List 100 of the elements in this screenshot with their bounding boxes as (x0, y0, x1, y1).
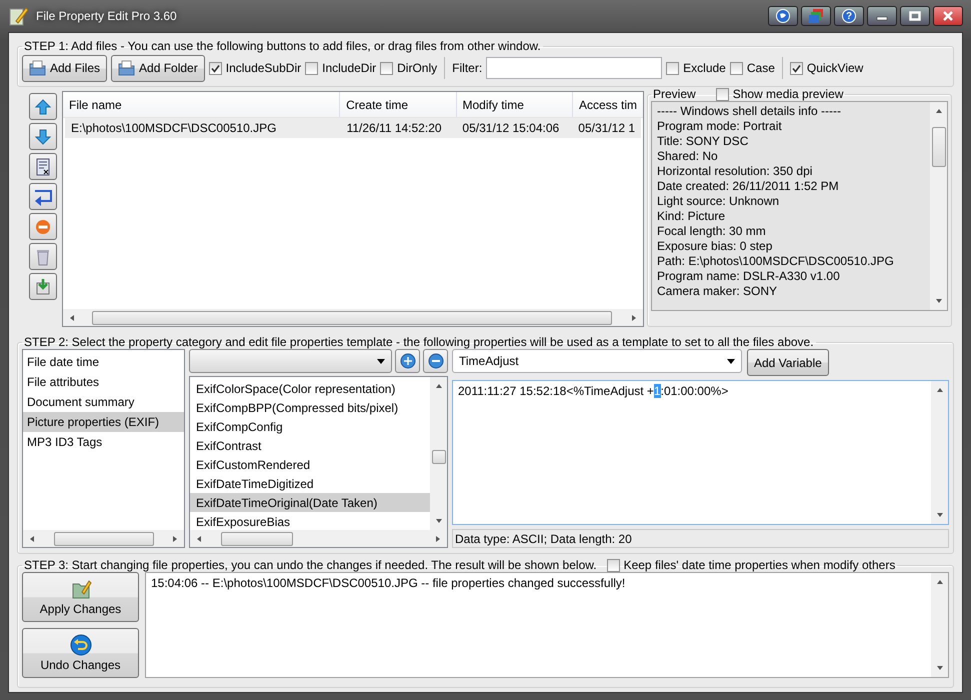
window-layout-button[interactable] (801, 6, 831, 26)
property-item[interactable]: ExifCustomRendered (190, 455, 430, 474)
property-item[interactable]: ExifContrast (190, 436, 430, 455)
trash-can-icon (34, 248, 52, 266)
maximize-button[interactable] (900, 6, 930, 26)
table-cell-text: 05/31/12 1 (577, 120, 636, 137)
property-item[interactable]: ExifColorSpace(Color representation) (190, 379, 430, 398)
checkbox-label: IncludeDir (322, 61, 376, 75)
scroll-arrow-icon[interactable] (936, 511, 944, 519)
column-header[interactable]: Access tim (572, 92, 643, 117)
vertical-scrollbar[interactable] (931, 381, 948, 524)
minimize-button[interactable] (867, 6, 897, 26)
category-item[interactable]: File date time (23, 352, 184, 372)
scroll-thumb[interactable] (432, 450, 446, 464)
table-row[interactable]: E:\photos\100MSDCF\DSC00510.JPG 11/26/11 14:52:20 05/31/12 15:04:06 05/31/12 1 (65, 118, 641, 138)
scroll-arrow-icon[interactable] (936, 386, 944, 394)
checkbox[interactable] (666, 62, 680, 74)
dropdown-arrow-icon (377, 358, 385, 364)
scroll-thumb[interactable] (221, 532, 293, 546)
property-item[interactable]: ExifDateTimeDigitized (190, 474, 430, 493)
up-arrow-icon (34, 98, 52, 116)
globe-button[interactable] (768, 6, 798, 26)
toolbar-button[interactable] (29, 153, 57, 180)
toolbar-button[interactable] (29, 213, 57, 240)
column-header[interactable]: Create time (340, 92, 457, 117)
preview-line: Date created: 26/11/2011 1:52 PM (657, 179, 840, 194)
scroll-arrow-icon[interactable] (934, 107, 942, 115)
toolbar-button[interactable] (29, 243, 57, 270)
horizontal-scrollbar[interactable] (190, 530, 447, 547)
checkbox[interactable] (305, 62, 318, 74)
checkbox-label: DirOnly (397, 61, 438, 75)
scroll-arrow-icon[interactable] (28, 534, 36, 542)
status-text: Data type: ASCII; Data length: 20 (452, 529, 949, 548)
scroll-thumb[interactable] (92, 310, 612, 324)
horizontal-scrollbar[interactable] (23, 530, 184, 547)
scroll-arrow-icon[interactable] (195, 534, 203, 542)
step-heading: STEP 3: Start changing file properties, you can undo the changes if needed. The result will be shown below. (24, 558, 597, 572)
table-cell-text: 05/31/12 15:04:06 (461, 120, 560, 137)
preview-line: Horizontal resolution: 350 dpi (657, 164, 814, 179)
add-folder-button[interactable]: Add Folder (111, 54, 205, 82)
category-item[interactable]: Document summary (23, 392, 184, 412)
document-icon (34, 158, 52, 176)
scroll-thumb[interactable] (932, 127, 946, 167)
checkbox[interactable] (716, 88, 729, 100)
scroll-arrow-icon[interactable] (630, 314, 638, 322)
scroll-arrow-icon[interactable] (936, 578, 944, 586)
property-item[interactable]: ExifCompConfig (190, 417, 430, 436)
category-item[interactable]: File attributes (23, 372, 184, 392)
property-item[interactable]: ExifCompBPP(Compressed bits/pixel) (190, 398, 430, 417)
close-button[interactable] (933, 6, 963, 26)
toolbar-button[interactable] (29, 183, 57, 210)
scroll-thumb[interactable] (54, 532, 154, 546)
undo-icon (70, 634, 92, 656)
filter-field[interactable] (486, 57, 662, 79)
checkbox-label: QuickView (806, 61, 864, 75)
help-button[interactable]: ? (834, 6, 864, 26)
horizontal-scrollbar[interactable] (63, 309, 643, 326)
scroll-arrow-icon[interactable] (68, 314, 76, 322)
checkbox[interactable] (790, 62, 803, 74)
checkbox[interactable] (730, 62, 743, 74)
step-heading: STEP 2: Select the property category and edit file properties template - the following properties will be used as a template to set to all the files above. (23, 335, 815, 349)
checkbox[interactable] (606, 558, 620, 572)
remove-button[interactable] (423, 349, 448, 373)
dropdown[interactable] (189, 349, 392, 373)
scroll-arrow-icon[interactable] (434, 534, 442, 542)
move-down-button[interactable] (29, 123, 57, 150)
preview-line: Program name: DSLR-A330 v1.00 (657, 269, 841, 284)
add-button[interactable] (395, 349, 420, 373)
vertical-scrollbar[interactable] (931, 573, 948, 677)
toolbar-button[interactable] (29, 273, 57, 300)
column-header[interactable]: Modify time (456, 92, 573, 117)
preview-line: Kind: Picture (657, 209, 726, 224)
property-item[interactable]: ExifDateTimeOriginal(Date Taken) (190, 493, 430, 512)
checkbox[interactable] (208, 62, 222, 74)
dropdown-arrow-icon (727, 358, 735, 364)
template-editor[interactable]: 2011:11:27 15:52:18<%TimeAdjust +1:01:00:00%> (452, 380, 949, 525)
property-item[interactable]: ExifExposureBias (190, 512, 430, 530)
checkbox-label: IncludeSubDir (226, 61, 302, 75)
apply-changes-button[interactable]: Apply Changes (22, 572, 139, 622)
check-icon (210, 64, 220, 72)
vertical-scrollbar[interactable] (930, 102, 947, 310)
checkbox-label: Keep files' date time properties when modify others (624, 558, 896, 572)
move-up-button[interactable] (29, 93, 57, 120)
variable-dropdown[interactable]: TimeAdjust (452, 349, 742, 373)
scroll-arrow-icon[interactable] (171, 534, 179, 542)
scroll-arrow-icon[interactable] (434, 517, 442, 525)
add-variable-button[interactable]: Add Variable (747, 349, 829, 376)
vertical-scrollbar[interactable] (430, 377, 447, 530)
category-item[interactable]: MP3 ID3 Tags (23, 432, 184, 452)
folder-pencil-icon (70, 578, 92, 600)
step-heading: STEP 1: Add files - You can use the following buttons to add files, or drag files from other window. (23, 39, 542, 53)
scroll-arrow-icon[interactable] (934, 297, 942, 305)
scroll-arrow-icon[interactable] (434, 382, 442, 390)
scroll-arrow-icon[interactable] (936, 664, 944, 672)
column-header[interactable]: File name (63, 92, 340, 117)
undo-changes-button[interactable]: Undo Changes (22, 628, 139, 678)
checkbox[interactable] (380, 62, 394, 74)
category-item[interactable]: Picture properties (EXIF) (23, 412, 184, 432)
add-files-button[interactable]: Add Files (22, 54, 108, 82)
preview-line: Title: SONY DSC (657, 134, 750, 149)
